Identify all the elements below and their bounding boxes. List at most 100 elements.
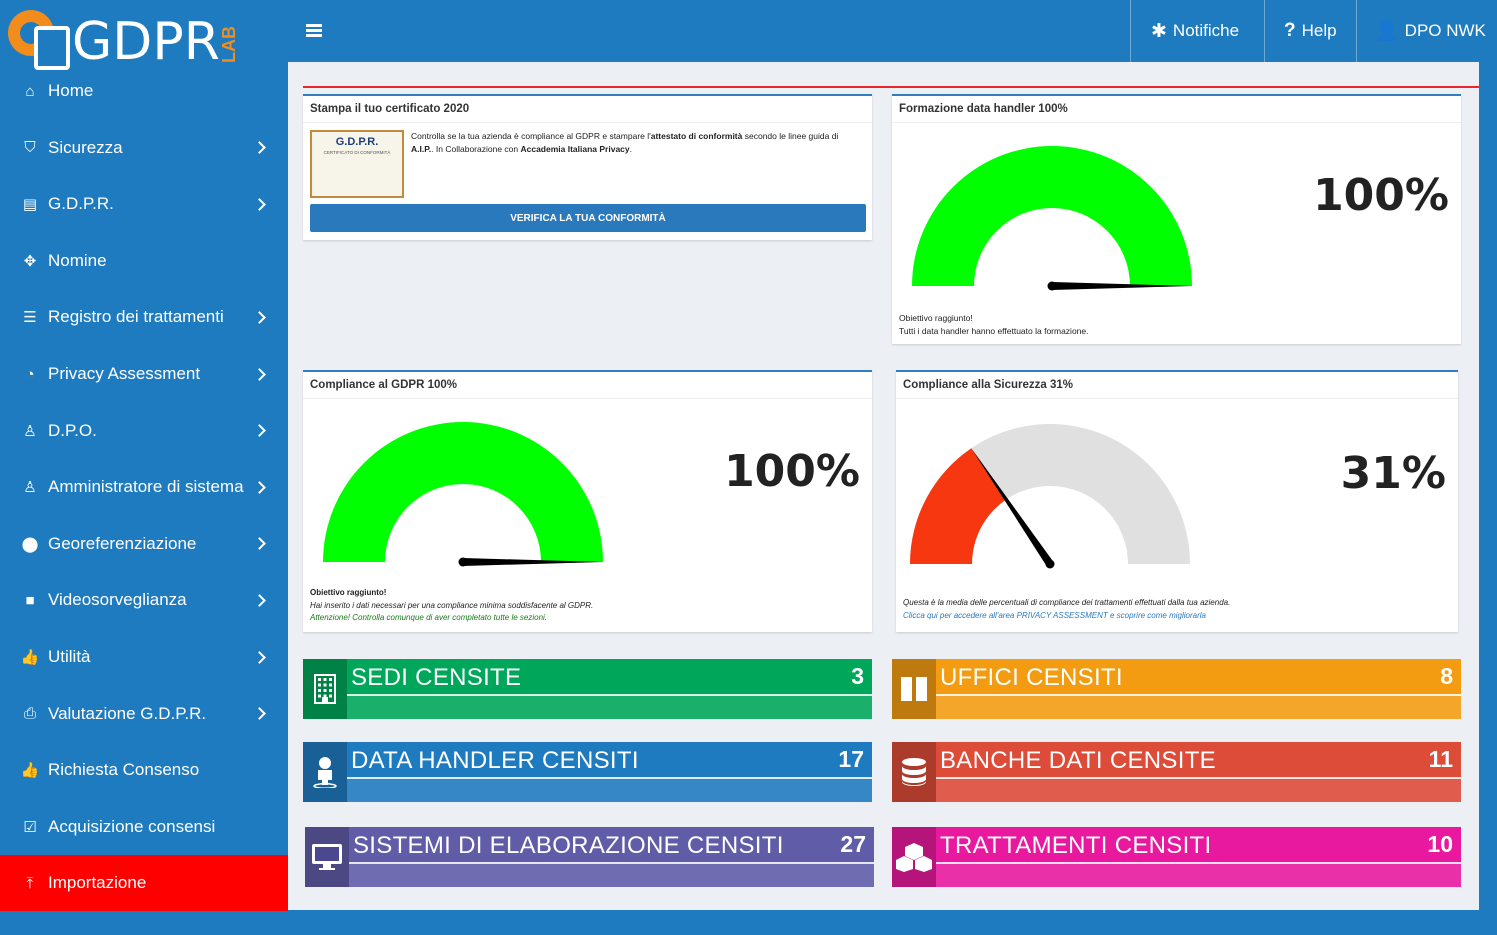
stat-data-handler-censiti[interactable]: DATA HANDLER CENSITI 17: [303, 742, 872, 802]
user-icon: 👤: [1375, 21, 1399, 42]
formazione-note-1: Obiettivo raggiunto!: [899, 313, 973, 323]
card-title: Stampa il tuo certificato 2020: [310, 103, 470, 115]
crosshair-icon: ✥: [23, 252, 37, 270]
verify-compliance-button[interactable]: VERIFICA LA TUA CONFORMITÀ: [310, 204, 866, 232]
columns-icon: [892, 659, 936, 719]
sidebar-item-label: Importazione: [48, 873, 147, 893]
stat-value: 3: [851, 663, 864, 689]
sidebar-item-g-d-p-r[interactable]: ▤ G.D.P.R.: [0, 176, 288, 232]
sidebar-item-label: Nomine: [48, 250, 107, 270]
stat-value: 10: [1427, 831, 1453, 857]
notifications-button[interactable]: ✱ Notifiche: [1130, 0, 1264, 62]
notifications-label: Notifiche: [1172, 21, 1240, 40]
sidebar-item-label: Acquisizione consensi: [48, 816, 216, 836]
shield-icon: ⛉: [24, 139, 36, 157]
stat-uffici-censiti[interactable]: UFFICI CENSITI 8: [892, 659, 1461, 719]
sidebar-item-label: D.P.O.: [48, 420, 97, 440]
stat-sedi-censite[interactable]: SEDI CENSITE 3: [303, 659, 872, 719]
chevron-right-icon: [253, 197, 266, 211]
stat-value: 11: [1428, 746, 1453, 772]
sidebar-item-registro-dei-trattamenti[interactable]: ☰ Registro dei trattamenti: [0, 289, 288, 345]
chevron-right-icon: [253, 311, 266, 324]
question-icon: ?: [1284, 20, 1296, 41]
privacy-assessment-link[interactable]: Clicca qui per accedere all'area PRIVACY…: [903, 610, 1230, 623]
print-icon: ⎙: [23, 705, 36, 723]
sicurezza-percentage: 31%: [1340, 448, 1446, 499]
chevron-right-icon: [253, 367, 266, 381]
building-icon: [303, 659, 347, 719]
stat-sistemi-elaborazione-censiti[interactable]: SISTEMI DI ELABORAZIONE CENSITI 27: [305, 827, 874, 887]
stat-label: BANCHE DATI CENSITE: [940, 747, 1216, 774]
card-title: Compliance al GDPR 100%: [310, 379, 457, 391]
sidebar-item-utilit[interactable]: 👍 Utilità: [0, 629, 288, 685]
list-icon: ☰: [23, 309, 37, 327]
sidebar-item-amministratore-di-sistema[interactable]: ♙ Amministratore di sistema: [0, 459, 288, 515]
sidebar-item-privacy-assessment[interactable]: ◔ Privacy Assessment: [0, 346, 288, 402]
cert-text-c: secondo le linee guida di: [742, 131, 839, 141]
sidebar-item-label: Georeferenziazione: [48, 533, 197, 553]
cert-text-d: A.I.P.: [411, 144, 432, 154]
gdpr-gauge: [323, 422, 603, 567]
sidebar-item-label: Privacy Assessment: [48, 364, 201, 383]
help-button[interactable]: ? Help: [1264, 0, 1356, 62]
home-icon: ⌂: [25, 82, 35, 100]
sidebar-item-sicurezza[interactable]: ⛉ Sicurezza: [0, 120, 288, 176]
card-title: Compliance alla Sicurezza 31%: [903, 379, 1074, 391]
stat-label: SISTEMI DI ELABORAZIONE CENSITI: [353, 832, 784, 859]
sidebar-item-label: Home: [48, 81, 94, 100]
check-square-icon: ☑: [23, 818, 37, 836]
book-icon: ▤: [22, 196, 38, 214]
certificate-description: Controlla se la tua azienda è compliance…: [411, 130, 851, 156]
sidebar-item-label: Videosorveglianza: [48, 590, 187, 610]
gdpr-note-1: Obiettivo raggiunto!: [310, 588, 387, 597]
stat-label: TRATTAMENTI CENSITI: [940, 832, 1212, 859]
certificate-card: Stampa il tuo certificato 2020 G.D.P.R. …: [303, 94, 872, 240]
sidebar-item-videosorveglianza[interactable]: ■ Videosorveglianza: [0, 572, 288, 628]
user-menu-button[interactable]: 👤 DPO NWK: [1356, 0, 1497, 62]
cert-text-a: Controlla se la tua azienda è compliance…: [411, 131, 651, 141]
cert-text-b: attestato di conformità: [650, 131, 743, 141]
divider: [303, 86, 1479, 88]
chevron-right-icon: [253, 424, 266, 437]
sicurezza-note-1: Questa è la media delle percentuali di c…: [903, 598, 1231, 607]
sicurezza-gauge-card: Compliance alla Sicurezza 31% 31% Questa…: [896, 370, 1458, 632]
certificate-image-title: G.D.P.R.: [335, 136, 379, 148]
gdpr-lab-logo[interactable]: GDPR LAB: [8, 6, 239, 72]
sidebar-item-label: Registro dei trattamenti: [48, 307, 224, 327]
user-icon: ♙: [23, 422, 37, 440]
sidebar-item-d-p-o[interactable]: ♙ D.P.O.: [0, 403, 288, 459]
sidebar-item-nomine[interactable]: ✥ Nomine: [0, 233, 288, 289]
stat-banche-dati-censite[interactable]: BANCHE DATI CENSITE 11: [892, 742, 1461, 802]
sicurezza-gauge: [910, 424, 1190, 569]
chevron-right-icon: [253, 650, 266, 664]
menu-toggle-button[interactable]: [306, 24, 322, 38]
logo-text: GDPR: [72, 12, 220, 72]
sidebar-item-home[interactable]: ⌂ Home: [0, 63, 288, 119]
desktop-icon: [305, 827, 349, 887]
formazione-gauge-card: Formazione data handler 100% 100% Obiett…: [892, 94, 1461, 344]
sidebar-item-acquisizione-consensi[interactable]: ☑ Acquisizione consensi: [0, 799, 288, 855]
sidebar-item-label: G.D.P.R.: [48, 194, 114, 214]
thumbs-up-icon: 👍: [20, 649, 40, 666]
stat-label: SEDI CENSITE: [351, 664, 522, 691]
user-icon: ♙: [23, 479, 37, 497]
stat-label: UFFICI CENSITI: [940, 664, 1123, 691]
sidebar-item-richiesta-consenso[interactable]: 👍 Richiesta Consenso: [0, 742, 288, 798]
cert-text-f: Accademia Italiana Privacy: [520, 144, 630, 154]
sidebar-item-label: Valutazione G.D.P.R.: [48, 703, 207, 723]
sidebar-item-valutazione-g-d-p-r[interactable]: ⎙ Valutazione G.D.P.R.: [0, 686, 288, 742]
help-label: Help: [1301, 21, 1337, 40]
user-label: DPO NWK: [1404, 21, 1486, 40]
sidebar-item-label: Sicurezza: [48, 137, 123, 157]
formazione-note: Obiettivo raggiunto! Tutti i data handle…: [899, 312, 1089, 338]
gdpr-percentage: 100%: [724, 446, 860, 497]
stat-trattamenti-censiti[interactable]: TRATTAMENTI CENSITI 10: [892, 827, 1461, 887]
chevron-right-icon: [253, 707, 266, 720]
formazione-percentage: 100%: [1313, 170, 1449, 221]
thumbs-up-icon: 👍: [20, 762, 40, 780]
cubes-icon: [892, 827, 936, 887]
gdpr-gauge-card: Compliance al GDPR 100% 100% Obiettivo r…: [303, 370, 872, 632]
sidebar-item-importazione[interactable]: ⤒ Importazione: [0, 855, 288, 912]
dashboard-icon: ◔: [25, 365, 35, 383]
sidebar-item-georeferenziazione[interactable]: ⬤ Georeferenziazione: [0, 516, 288, 572]
